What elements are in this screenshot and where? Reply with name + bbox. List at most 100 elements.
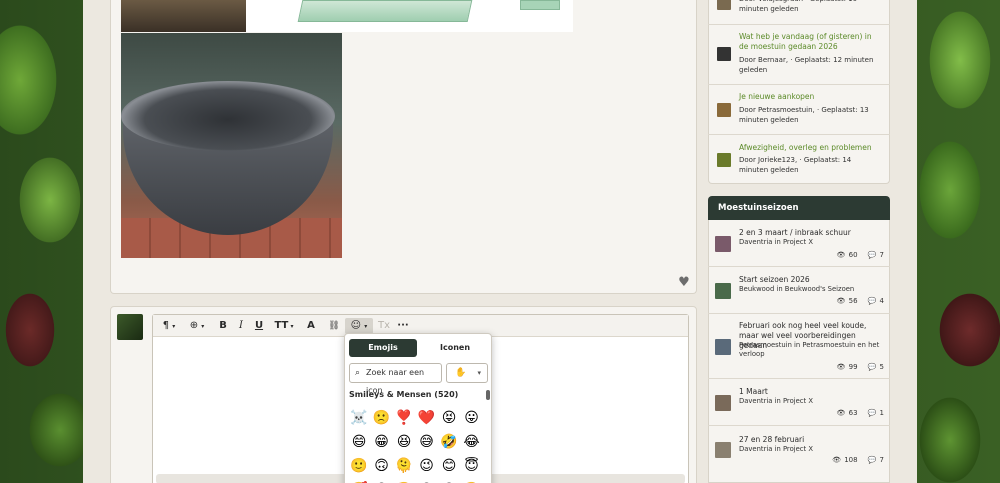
bold-button[interactable]: B (216, 318, 230, 334)
season-stats: 👁 56 💬 4 (831, 297, 884, 305)
italic-button[interactable]: I (234, 318, 248, 334)
season-subtitle: Daventria in Project X (739, 397, 814, 405)
season-title[interactable]: 2 en 3 maart / inbraak schuur (739, 228, 885, 238)
emoji-button[interactable]: ☺ ▾ (345, 318, 373, 334)
emoji[interactable]: 😆 (394, 432, 414, 452)
emoji[interactable]: 😝 (439, 408, 459, 428)
paragraph-format-button[interactable]: ¶ ▾ (158, 318, 180, 334)
recent-post-item[interactable]: Je nieuwe aankopen Door Petrasmoestuin, … (708, 84, 890, 134)
emoji[interactable]: 🫠 (394, 456, 414, 476)
font-color-button[interactable]: A (302, 318, 320, 334)
recent-post-item[interactable]: Wat heb je vandaag (of gisteren) in de m… (708, 24, 890, 84)
recent-post-item[interactable]: Door Velajesgraan · Geplaatst: 10 minute… (708, 0, 890, 23)
emoji-picker: Emojis Iconen ⌕ Zoek naar een icon ✋ ▾ S… (344, 333, 492, 483)
emoji[interactable]: 🙃 (372, 456, 392, 476)
skin-tone-select[interactable]: ✋ ▾ (446, 363, 488, 383)
emoji[interactable]: 🙁 (372, 408, 392, 428)
emoji[interactable]: 😇 (462, 456, 482, 476)
avatar (717, 0, 731, 10)
emoji[interactable]: 😄 (349, 432, 369, 452)
season-thumb (715, 442, 731, 458)
season-item[interactable]: Start seizoen 2026 Beukwood in Beukwood'… (708, 266, 890, 313)
season-stats: 👁 99 💬 5 (831, 363, 884, 371)
emoji-grid: ☠️ 🙁 ❣️ ❤️ 😝 😛 😄 😁 😆 😅 🤣 😂 🙂 🙃 🫠 😉 😊 😇 🥰… (349, 408, 485, 483)
text-size-button[interactable]: TT ▾ (272, 318, 296, 334)
hand-icon: ✋ (455, 368, 467, 378)
season-title[interactable]: 1 Maart (739, 387, 885, 397)
emoji-search-input[interactable]: ⌕ Zoek naar een icon (349, 363, 442, 395)
eye-icon: 👁 (836, 363, 846, 371)
season-item[interactable]: 27 en 28 februari Daventria in Project X… (708, 425, 890, 472)
season-title[interactable]: 27 en 28 februari (739, 435, 885, 445)
chevron-down-icon: ▾ (477, 369, 481, 377)
link-icon: ⛓ (328, 321, 340, 331)
replies-count: 7 (879, 456, 884, 464)
emoji[interactable]: ❣️ (394, 408, 414, 428)
post-image-tubs[interactable] (121, 33, 342, 258)
greenhouse-shape-2 (520, 0, 560, 10)
emoji[interactable]: 😅 (417, 432, 437, 452)
recent-post-title[interactable]: Wat heb je vandaag (of gisteren) in de m… (739, 32, 879, 52)
post-image-greenhouse[interactable] (246, 0, 573, 32)
emoji[interactable]: 😉 (417, 456, 437, 476)
emoji[interactable]: 😛 (462, 408, 482, 428)
recent-post-meta: Door Velajesgraan · Geplaatst: 10 minute… (739, 0, 857, 13)
season-item[interactable]: 1 Maart Daventria in Project X 👁 63 💬 1 (708, 378, 890, 425)
recent-post-meta: Door Petrasmoestuin, · Geplaatst: 13 min… (739, 106, 869, 124)
emoji[interactable]: 😊 (439, 456, 459, 476)
views-count: 60 (848, 251, 858, 259)
emoji-category-title: Smileys & Mensen (520) (349, 390, 459, 399)
season-thumb (715, 339, 731, 355)
chevron-down-icon: ▾ (288, 323, 294, 330)
emoji-scrollbar[interactable] (486, 388, 490, 483)
chevron-down-icon: ▾ (364, 323, 368, 330)
avatar (117, 314, 143, 340)
scrollbar-thumb[interactable] (486, 390, 490, 400)
season-stats: 👁 63 💬 1 (831, 409, 884, 417)
replies-count: 1 (879, 409, 884, 417)
paragraph-icon: ¶ (162, 320, 170, 331)
post-image-cart[interactable] (121, 0, 246, 32)
season-item[interactable]: Februari ook nog heel veel koude, maar w… (708, 313, 890, 378)
season-thumb (715, 395, 731, 411)
avatar (717, 47, 731, 61)
more-options-button[interactable]: ··· (396, 318, 410, 334)
emoji[interactable]: 😁 (372, 432, 392, 452)
emoji[interactable]: 😂 (462, 432, 482, 452)
recent-post-title[interactable]: Je nieuwe aankopen (739, 92, 879, 102)
eye-icon: 👁 (836, 251, 846, 259)
season-stats: 👁 108 💬 7 (826, 456, 884, 464)
clear-format-button[interactable]: Tx (376, 318, 392, 334)
comment-icon: 💬 (867, 456, 877, 464)
season-thumb (715, 236, 731, 252)
season-item[interactable]: 2 en 3 maart / inbraak schuur Daventria … (708, 221, 890, 266)
season-thumb (715, 283, 731, 299)
react-heart-icon[interactable]: ♥ (677, 276, 691, 289)
greenhouse-shape (297, 0, 473, 22)
replies-count: 4 (879, 297, 884, 305)
views-count: 108 (844, 456, 858, 464)
underline-button[interactable]: U (252, 318, 266, 334)
emoji[interactable]: ☠️ (349, 408, 369, 428)
season-subtitle: Daventria in Project X (739, 445, 814, 453)
recent-post-item[interactable]: Afwezigheid, overleg en problemen Door J… (708, 134, 890, 184)
tab-icons[interactable]: Iconen (421, 339, 489, 357)
recent-post-meta: Door Jorieke123, · Geplaatst: 14 minuten… (739, 156, 852, 174)
tab-emojis[interactable]: Emojis (349, 339, 417, 357)
chevron-down-icon: ▾ (172, 323, 176, 330)
season-subtitle: Beukwood in Beukwood's Seizoen (739, 285, 855, 293)
season-subtitle: Petrasmoestuin in Petrasmoestuin en het … (739, 341, 880, 358)
emoji[interactable]: 🙂 (349, 456, 369, 476)
search-icon: ⌕ (355, 368, 361, 378)
link-button[interactable]: ⛓ (326, 318, 342, 334)
replies-count: 5 (879, 363, 884, 371)
emoji[interactable]: 🤣 (439, 432, 459, 452)
tub-rim (121, 81, 335, 151)
comment-icon: 💬 (867, 409, 877, 417)
season-title[interactable]: Start seizoen 2026 (739, 275, 885, 285)
recent-post-title[interactable]: Afwezigheid, overleg en problemen (739, 143, 879, 153)
emoji[interactable]: ❤️ (417, 408, 437, 428)
avatar (717, 103, 731, 117)
insert-button[interactable]: ⊕ ▾ (186, 318, 208, 334)
comment-icon: 💬 (867, 251, 877, 259)
